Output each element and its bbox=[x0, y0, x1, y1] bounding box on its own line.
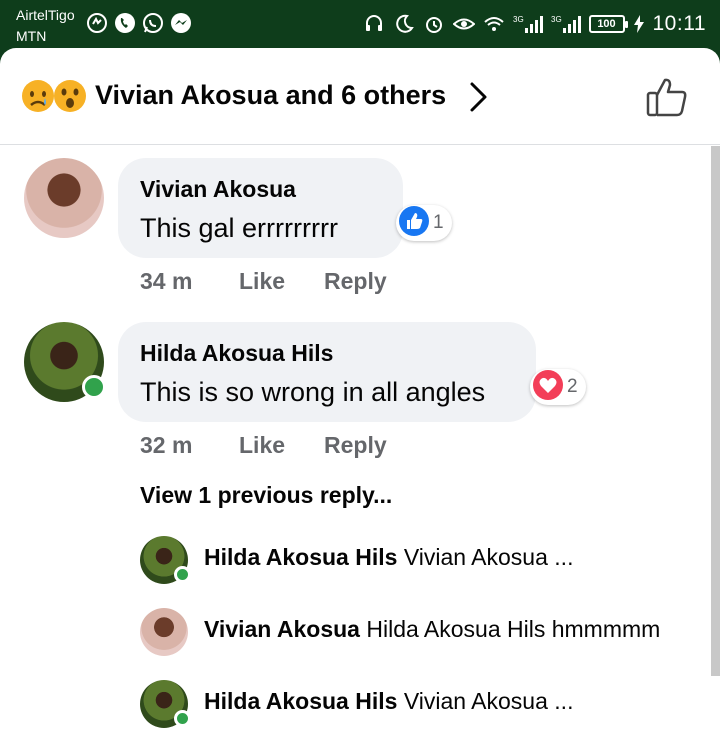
comment-author[interactable]: Vivian Akosua bbox=[140, 176, 296, 203]
like-button[interactable]: Like bbox=[239, 432, 285, 459]
moon-icon bbox=[393, 13, 415, 35]
svg-text:3G: 3G bbox=[551, 15, 562, 24]
reply-item[interactable]: Hilda Akosua Hils Vivian Akosua ... bbox=[140, 680, 710, 728]
alarm-icon bbox=[423, 13, 445, 35]
reactors-summary[interactable]: Vivian Akosua and 6 others bbox=[95, 80, 446, 111]
phone-icon bbox=[114, 12, 136, 34]
wifi-icon bbox=[483, 13, 505, 35]
online-indicator bbox=[82, 375, 106, 399]
comment-reaction-count[interactable]: 2 bbox=[530, 369, 586, 405]
reply-preview[interactable]: Hilda Akosua Hils Vivian Akosua ... bbox=[204, 688, 573, 715]
reactions-header[interactable]: Vivian Akosua and 6 others bbox=[0, 48, 720, 145]
eye-icon bbox=[452, 13, 475, 35]
reply-author[interactable]: Hilda Akosua Hils bbox=[204, 544, 397, 570]
love-icon bbox=[533, 369, 563, 405]
like-icon bbox=[399, 205, 429, 241]
hand-wave-icon bbox=[86, 12, 108, 34]
carrier-name-2: MTN bbox=[16, 28, 47, 44]
carrier-name-1: AirtelTigo bbox=[16, 7, 75, 23]
comment-time: 32 m bbox=[140, 432, 193, 458]
comments-sheet: Vivian Akosua and 6 others Vivian Akosua… bbox=[0, 48, 720, 741]
messenger-icon bbox=[170, 12, 192, 34]
reaction-count: 1 bbox=[433, 212, 444, 233]
wow-face-icon bbox=[53, 79, 87, 113]
status-bar: AirtelTigo MTN 3G 3G 100 10:11 bbox=[0, 0, 720, 50]
comment-text: This gal errrrrrrrr bbox=[140, 213, 338, 243]
notification-icons bbox=[86, 12, 192, 34]
comment-reaction-count[interactable]: 1 bbox=[396, 205, 452, 241]
svg-text:3G: 3G bbox=[513, 15, 524, 24]
comment-text: This is so wrong in all angles bbox=[140, 377, 486, 407]
like-button[interactable]: Like bbox=[239, 268, 285, 295]
reply-button[interactable]: Reply bbox=[324, 268, 387, 295]
reply-preview[interactable]: Vivian Akosua Hilda Akosua Hils hmmmmm bbox=[204, 616, 660, 643]
battery-indicator: 100 bbox=[588, 15, 628, 33]
system-icons: 3G 3G 100 10:11 bbox=[363, 12, 707, 36]
comment-author[interactable]: Hilda Akosua Hils bbox=[140, 340, 333, 367]
signal-icon-2: 3G bbox=[551, 13, 581, 35]
online-indicator bbox=[174, 710, 191, 727]
reply-item[interactable]: Hilda Akosua Hils Vivian Akosua ... bbox=[140, 536, 710, 584]
signal-icon-1: 3G bbox=[513, 13, 543, 35]
scrollbar[interactable] bbox=[711, 146, 720, 676]
reply-text: Vivian Akosua ... bbox=[403, 688, 574, 714]
charging-icon bbox=[633, 13, 645, 35]
avatar[interactable] bbox=[24, 158, 104, 238]
reaction-count: 2 bbox=[567, 376, 578, 397]
reply-author[interactable]: Vivian Akosua bbox=[204, 616, 360, 642]
reply-preview[interactable]: Hilda Akosua Hils Vivian Akosua ... bbox=[204, 544, 573, 571]
whatsapp-icon bbox=[142, 12, 164, 34]
sad-face-icon bbox=[21, 79, 55, 113]
clock: 10:11 bbox=[652, 12, 706, 35]
reply-text: Hilda Akosua Hils hmmmmm bbox=[366, 616, 661, 642]
reaction-faces bbox=[21, 79, 87, 113]
comment-time: 34 m bbox=[140, 268, 193, 294]
reply-text: Vivian Akosua ... bbox=[403, 544, 574, 570]
view-previous-replies[interactable]: View 1 previous reply... bbox=[140, 482, 392, 509]
avatar[interactable] bbox=[140, 608, 188, 656]
like-outline-icon[interactable] bbox=[645, 76, 689, 123]
chevron-right-icon[interactable] bbox=[466, 80, 490, 119]
headset-icon bbox=[363, 13, 385, 35]
online-indicator bbox=[174, 566, 191, 583]
reply-button[interactable]: Reply bbox=[324, 432, 387, 459]
reply-author[interactable]: Hilda Akosua Hils bbox=[204, 688, 397, 714]
reply-item[interactable]: Vivian Akosua Hilda Akosua Hils hmmmmm bbox=[140, 608, 710, 656]
